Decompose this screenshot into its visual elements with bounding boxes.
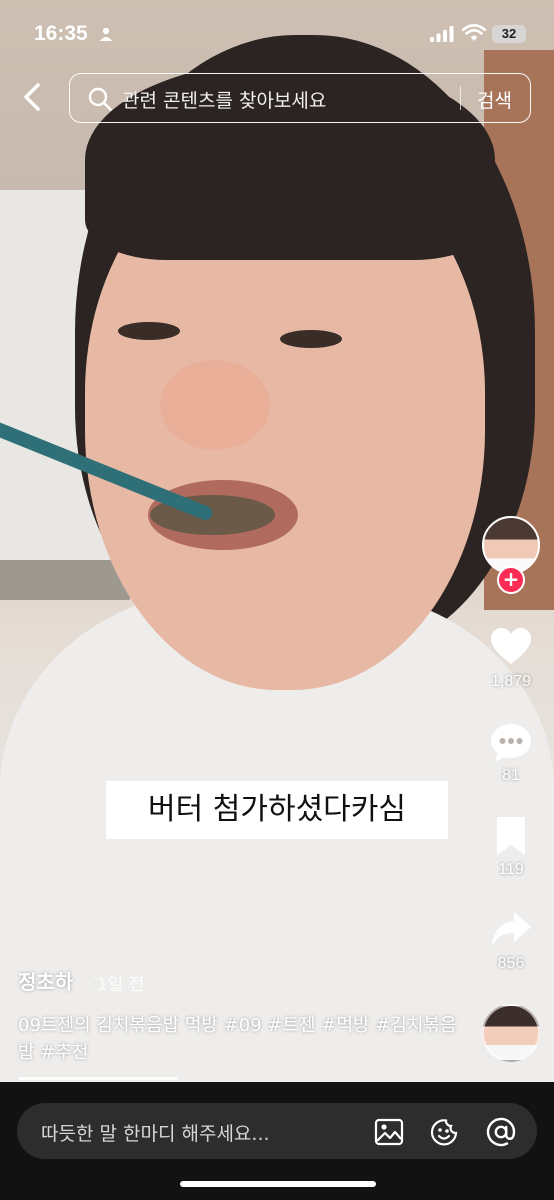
person-nose <box>160 360 270 450</box>
follow-button[interactable]: + <box>497 566 525 594</box>
save-count: 119 <box>498 861 524 878</box>
posted-time: · 1일 전 <box>86 975 145 995</box>
share-count: 856 <box>497 955 525 972</box>
signal-icon <box>430 26 454 42</box>
share-icon[interactable] <box>490 908 532 950</box>
image-icon[interactable] <box>374 1117 404 1147</box>
author-name[interactable]: 정초하 <box>18 966 73 995</box>
search-input[interactable]: 관련 콘텐츠를 찾아보세요 <box>122 86 326 113</box>
home-indicator <box>180 1181 376 1187</box>
emoji-icon[interactable] <box>430 1117 460 1147</box>
video-progress[interactable] <box>18 1077 178 1080</box>
heart-icon[interactable] <box>490 626 532 668</box>
person-eye-left <box>118 322 180 340</box>
mention-icon[interactable] <box>486 1117 516 1147</box>
comment-field[interactable]: 따듯한 말 한마디 해주세요... <box>17 1103 537 1159</box>
background-shelf <box>0 560 130 600</box>
like-count: 1,879 <box>490 673 532 690</box>
bookmark-icon[interactable] <box>490 815 532 857</box>
search-bar[interactable]: 관련 콘텐츠를 찾아보세요 검색 <box>69 73 531 123</box>
status-bar: 16:35 32 <box>0 0 554 66</box>
comment-count: 81 <box>502 767 520 784</box>
comment-input[interactable]: 따듯한 말 한마디 해주세요... <box>41 1119 270 1146</box>
wifi-icon <box>462 24 486 41</box>
back-icon[interactable] <box>18 80 48 114</box>
person-eye-right <box>280 330 342 348</box>
post-description[interactable]: 09트젠의 김치볶음밥 먹방 #09 #트젠 #먹방 #김치볶음밥 #추천 <box>18 1012 458 1066</box>
comment-icon[interactable] <box>490 722 532 764</box>
video-player[interactable] <box>0 0 554 1082</box>
search-button[interactable]: 검색 <box>477 86 512 113</box>
status-time: 16:35 <box>34 22 88 45</box>
search-divider <box>460 86 461 110</box>
person-icon <box>100 27 112 41</box>
comment-bar: 따듯한 말 한마디 해주세요... <box>0 1082 554 1200</box>
search-icon <box>88 87 112 111</box>
battery-icon: 32 <box>492 25 526 43</box>
music-disc[interactable] <box>482 1004 540 1062</box>
video-caption: 버터 첨가하셨다카심 <box>106 781 448 839</box>
